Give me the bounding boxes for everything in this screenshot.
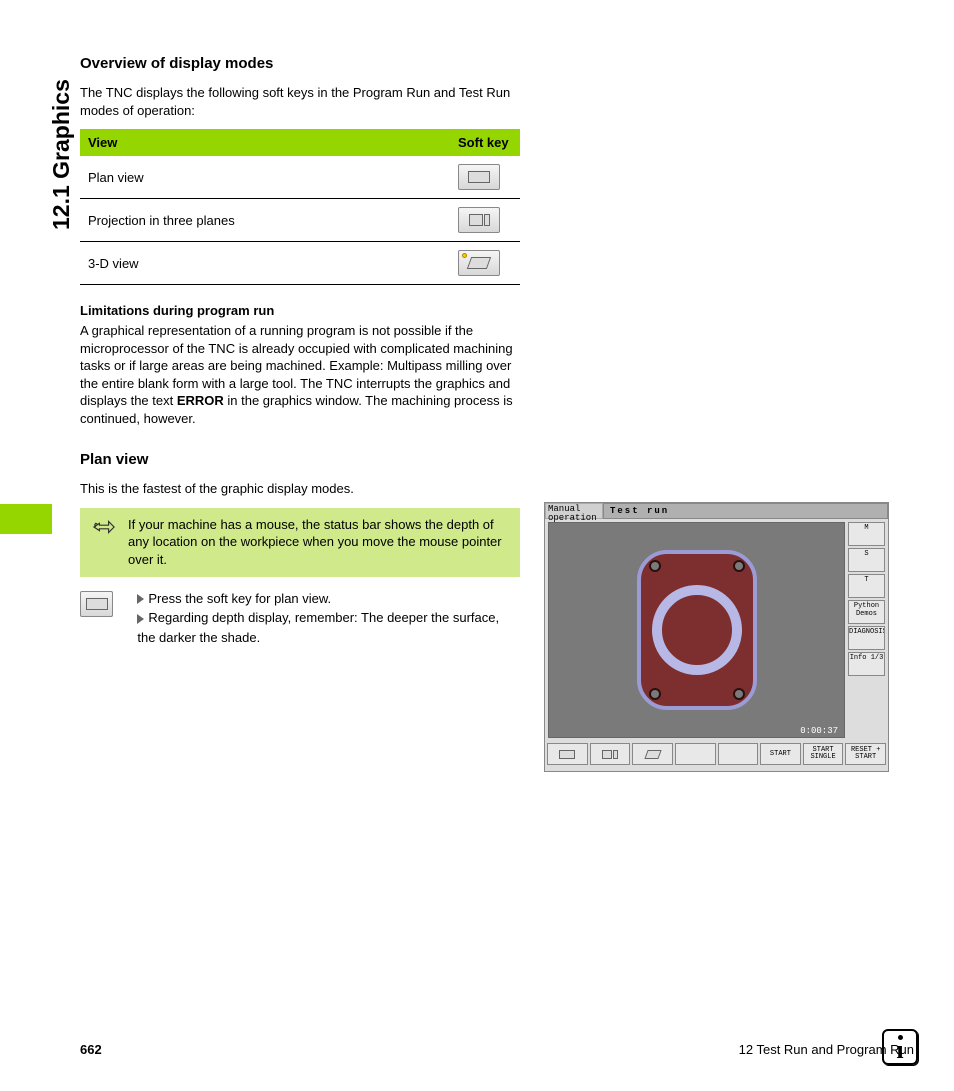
- softkey-3d-view-icon: [458, 250, 500, 276]
- section-number-heading: 12.1 Graphics: [48, 79, 75, 230]
- table-row: 3-D view: [80, 242, 520, 285]
- ss-sk-3planes: [590, 743, 631, 765]
- ss-sk-empty: [718, 743, 759, 765]
- limitations-text: A graphical representation of a running …: [80, 322, 520, 427]
- hand-pointer-icon: [90, 516, 118, 538]
- ss-sk-reset: RESET + START: [845, 743, 886, 765]
- softkey-plan-view-icon: [458, 164, 500, 190]
- ss-sk-start-single: START SINGLE: [803, 743, 844, 765]
- triangle-bullet-icon: [137, 614, 144, 624]
- ss-timer: 0:00:37: [800, 726, 838, 736]
- heading-plan-view: Plan view: [80, 451, 520, 468]
- ss-side-diagnosis: DIAGNOSIS: [848, 626, 885, 650]
- ss-sk-empty: [675, 743, 716, 765]
- tip-text: If your machine has a mouse, the status …: [128, 516, 510, 569]
- ss-side-info: Info 1/3: [848, 652, 885, 676]
- ss-graphics-canvas: 0:00:37: [548, 522, 845, 738]
- tnc-screenshot: Manual operation Test run 0:00:37 M S T: [544, 502, 889, 772]
- table-row: Plan view: [80, 156, 520, 199]
- heading-limitations: Limitations during program run: [80, 303, 520, 318]
- row-label: Projection in three planes: [80, 199, 450, 242]
- softkey-three-planes-icon: [458, 207, 500, 233]
- ss-side-t: T: [848, 574, 885, 598]
- ss-sk-plan: [547, 743, 588, 765]
- ss-side-s: S: [848, 548, 885, 572]
- page-number: 662: [80, 1042, 102, 1057]
- overview-intro: The TNC displays the following soft keys…: [80, 84, 520, 119]
- tip-box: If your machine has a mouse, the status …: [80, 508, 520, 577]
- col-view: View: [80, 129, 450, 156]
- info-icon: ı: [882, 1029, 918, 1065]
- col-softkey: Soft key: [450, 129, 520, 156]
- ss-side-python: PythonDemos: [848, 600, 885, 624]
- row-label: 3-D view: [80, 242, 450, 285]
- display-modes-table: View Soft key Plan view Projection in th…: [80, 129, 520, 285]
- ss-softkey-row: START START SINGLE RESET + START: [545, 741, 888, 767]
- table-row: Projection in three planes: [80, 199, 520, 242]
- heading-overview: Overview of display modes: [80, 55, 520, 72]
- row-label: Plan view: [80, 156, 450, 199]
- step-list: Press the soft key for plan view. Regard…: [137, 589, 520, 648]
- triangle-bullet-icon: [137, 594, 144, 604]
- margin-tab: [0, 504, 52, 534]
- ss-sk-start: START: [760, 743, 801, 765]
- ss-mode-label: Manual operation: [545, 503, 603, 519]
- ss-side-m: M: [848, 522, 885, 546]
- plan-view-intro: This is the fastest of the graphic displ…: [80, 480, 520, 498]
- ss-sk-3d: [632, 743, 673, 765]
- ss-sidebar: M S T PythonDemos DIAGNOSIS Info 1/3: [848, 519, 888, 741]
- softkey-plan-view-icon: [80, 591, 113, 617]
- ss-title: Test run: [603, 503, 888, 519]
- workpiece-graphic: [637, 550, 757, 710]
